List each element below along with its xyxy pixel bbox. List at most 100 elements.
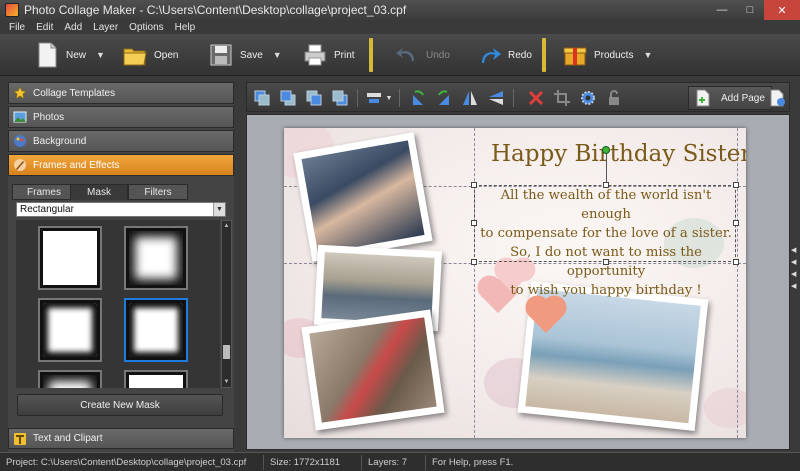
flip-vertical-icon[interactable] bbox=[485, 87, 507, 109]
chevron-left-icon[interactable]: ◀ bbox=[791, 282, 799, 294]
category-label: Background bbox=[33, 135, 87, 147]
title-bar: Photo Collage Maker - C:\Users\Content\D… bbox=[0, 0, 800, 20]
tab-mask[interactable]: Mask bbox=[70, 184, 128, 200]
mask-thumbnail[interactable] bbox=[38, 370, 102, 388]
status-layers: Layers: 7 bbox=[362, 454, 426, 470]
mask-gallery bbox=[16, 220, 220, 388]
palette-icon bbox=[14, 135, 26, 147]
flip-horizontal-icon[interactable] bbox=[459, 87, 481, 109]
redo-label: Redo bbox=[508, 49, 532, 61]
chevron-left-icon[interactable]: ◀ bbox=[791, 258, 799, 270]
chevron-down-icon[interactable]: ▼ bbox=[213, 203, 225, 216]
app-icon bbox=[5, 3, 19, 17]
create-new-mask-button[interactable]: Create New Mask bbox=[17, 394, 223, 416]
chevron-left-icon[interactable]: ◀ bbox=[791, 246, 799, 258]
category-photos[interactable]: Photos bbox=[8, 106, 234, 128]
bring-to-front-icon[interactable] bbox=[251, 87, 273, 109]
menu-edit[interactable]: Edit bbox=[36, 22, 53, 33]
new-dropdown-arrow-icon[interactable]: ▼ bbox=[96, 50, 105, 60]
open-button[interactable]: Open bbox=[122, 37, 178, 73]
text-t-icon bbox=[14, 432, 26, 445]
window-title: Photo Collage Maker - C:\Users\Content\D… bbox=[24, 3, 407, 17]
undo-label: Undo bbox=[426, 49, 450, 61]
scroll-down-icon[interactable]: ▼ bbox=[222, 377, 231, 387]
maximize-button[interactable]: □ bbox=[736, 0, 764, 20]
category-frames-and-effects[interactable]: Frames and Effects bbox=[8, 154, 234, 176]
products-dropdown-arrow-icon[interactable]: ▼ bbox=[643, 50, 652, 60]
align-dropdown-arrow-icon[interactable]: ▼ bbox=[384, 87, 394, 109]
products-label: Products bbox=[594, 49, 634, 61]
open-label: Open bbox=[154, 49, 179, 61]
message-line: to wish you happy birthday ! bbox=[510, 283, 702, 298]
add-page-button[interactable]: Add Page bbox=[688, 86, 772, 110]
status-help: For Help, press F1. bbox=[432, 456, 514, 468]
lock-icon[interactable] bbox=[603, 87, 625, 109]
undo-button[interactable]: Undo bbox=[394, 37, 450, 73]
category-background[interactable]: Background bbox=[8, 130, 234, 152]
send-to-back-icon[interactable] bbox=[329, 87, 351, 109]
menu-add[interactable]: Add bbox=[64, 22, 82, 33]
new-document-icon bbox=[38, 42, 57, 68]
category-text-and-clipart[interactable]: Text and Clipart bbox=[8, 428, 234, 449]
mask-select-value: Rectangular bbox=[20, 204, 74, 215]
toolbar-separator bbox=[369, 38, 373, 72]
save-dropdown-arrow-icon[interactable]: ▼ bbox=[273, 50, 282, 60]
align-icon[interactable] bbox=[363, 87, 385, 109]
scroll-thumb[interactable] bbox=[223, 345, 230, 359]
mask-thumbnail-selected[interactable] bbox=[124, 298, 188, 362]
minimize-button[interactable]: — bbox=[708, 0, 736, 20]
save-button[interactable]: Save ▼ bbox=[208, 37, 282, 73]
menu-help[interactable]: Help bbox=[175, 22, 196, 33]
photo-selfie-sisters[interactable] bbox=[293, 132, 433, 262]
main-toolbar: New ▼ Open Save ▼ Print Undo Redo Produc… bbox=[0, 34, 800, 76]
delete-icon[interactable] bbox=[525, 87, 547, 109]
new-button[interactable]: New ▼ bbox=[34, 37, 105, 73]
rotate-left-icon[interactable] bbox=[407, 87, 429, 109]
page-settings-icon[interactable] bbox=[767, 87, 789, 109]
gear-icon[interactable] bbox=[577, 87, 599, 109]
redo-arrow-icon bbox=[482, 48, 501, 63]
close-button[interactable]: ✕ bbox=[764, 0, 800, 20]
send-backward-icon[interactable] bbox=[303, 87, 325, 109]
status-size: Size: 1772x1181 bbox=[264, 454, 362, 470]
folder-icon bbox=[123, 48, 147, 66]
chevron-left-icon[interactable]: ◀ bbox=[791, 270, 799, 282]
menu-options[interactable]: Options bbox=[129, 22, 163, 33]
effects-tabs: Frames Mask Filters bbox=[12, 184, 232, 200]
category-label: Text and Clipart bbox=[33, 433, 103, 444]
birthday-message[interactable]: All the wealth of the world isn't enough… bbox=[476, 186, 736, 300]
scroll-up-icon[interactable]: ▲ bbox=[222, 221, 231, 231]
tab-frames[interactable]: Frames bbox=[12, 184, 76, 200]
tab-filters[interactable]: Filters bbox=[128, 184, 188, 200]
message-line: So, I do not want to miss the opportunit… bbox=[510, 245, 702, 279]
mask-type-select[interactable]: Rectangular ▼ bbox=[16, 202, 226, 217]
collage-canvas[interactable]: Happy Birthday Sister ! All the wealth o… bbox=[284, 128, 746, 438]
category-label: Collage Templates bbox=[33, 87, 116, 99]
redo-button[interactable]: Redo bbox=[476, 37, 532, 73]
floppy-disk-icon bbox=[210, 44, 232, 66]
menu-file[interactable]: File bbox=[9, 22, 25, 33]
bring-forward-icon[interactable] bbox=[277, 87, 299, 109]
undo-arrow-icon bbox=[396, 48, 414, 61]
crop-icon[interactable] bbox=[551, 87, 573, 109]
print-button[interactable]: Print bbox=[302, 37, 355, 73]
rotate-handle[interactable] bbox=[602, 146, 610, 154]
rotate-right-icon[interactable] bbox=[433, 87, 455, 109]
status-project-path: Project: C:\Users\Content\Desktop\collag… bbox=[0, 454, 264, 470]
products-button[interactable]: Products ▼ bbox=[562, 37, 652, 73]
category-collage-templates[interactable]: Collage Templates bbox=[8, 82, 234, 104]
printer-icon bbox=[304, 44, 326, 66]
edit-toolbar: ▼ Add Page bbox=[246, 82, 790, 112]
mask-thumbnail[interactable] bbox=[124, 226, 188, 290]
mask-thumbnail[interactable] bbox=[124, 370, 188, 388]
birthday-heading[interactable]: Happy Birthday Sister ! bbox=[491, 141, 746, 167]
mask-thumbnail[interactable] bbox=[38, 298, 102, 362]
guide-line-vertical bbox=[737, 128, 738, 438]
photo-lying-on-floor[interactable] bbox=[301, 309, 445, 431]
category-label: Photos bbox=[33, 111, 65, 123]
photo-icon bbox=[13, 111, 27, 123]
right-panel-collapse[interactable]: ◀ ◀ ◀ ◀ bbox=[791, 246, 799, 294]
mask-gallery-scrollbar[interactable]: ▲ ▼ bbox=[221, 220, 232, 388]
menu-layer[interactable]: Layer bbox=[93, 22, 118, 33]
mask-thumbnail[interactable] bbox=[38, 226, 102, 290]
